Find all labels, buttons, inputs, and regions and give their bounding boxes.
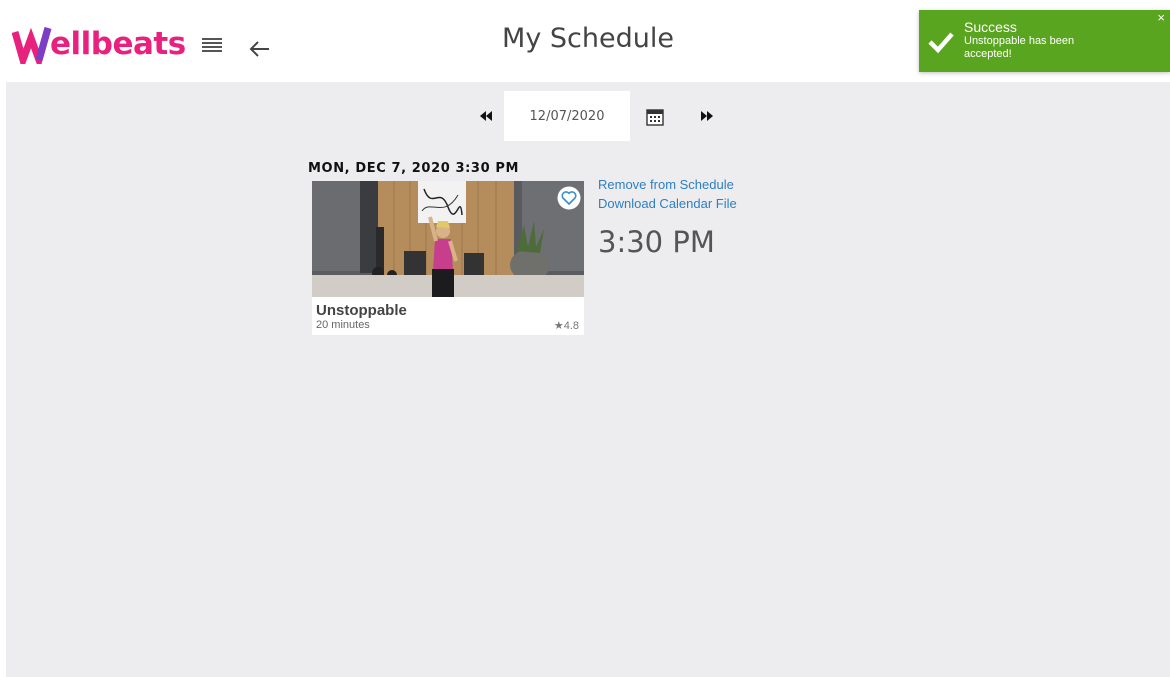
class-rating: ★4.8 (554, 319, 579, 332)
toast-close-button[interactable]: × (1157, 11, 1165, 25)
date-input[interactable] (504, 91, 630, 141)
success-toast: Success Unstoppable has been accepted! × (919, 10, 1170, 72)
toast-title: Success (964, 19, 1017, 35)
star-icon: ★ (553, 320, 564, 332)
class-card[interactable]: Unstoppable 20 minutes ★4.8 (312, 181, 584, 335)
download-calendar-file-link[interactable]: Download Calendar File (598, 196, 737, 211)
double-chevron-left-icon[interactable] (478, 109, 494, 123)
schedule-day-heading: MON, DEC 7, 2020 3:30 PM (308, 161, 520, 176)
class-title: Unstoppable (316, 302, 407, 319)
checkmark-icon (928, 32, 954, 54)
class-thumbnail (312, 181, 584, 297)
favorite-heart-icon[interactable] (557, 186, 581, 210)
remove-from-schedule-link[interactable]: Remove from Schedule (598, 177, 734, 192)
class-duration: 20 minutes (316, 319, 370, 331)
rating-value: 4.8 (563, 320, 579, 332)
scheduled-time: 3:30 PM (598, 225, 715, 259)
calendar-icon[interactable] (646, 108, 664, 126)
app-frame: ellbeats My Schedule Success Unstoppable… (6, 6, 1170, 677)
toast-message: Unstoppable has been accepted! (964, 35, 1075, 60)
double-chevron-right-icon[interactable] (699, 109, 715, 123)
